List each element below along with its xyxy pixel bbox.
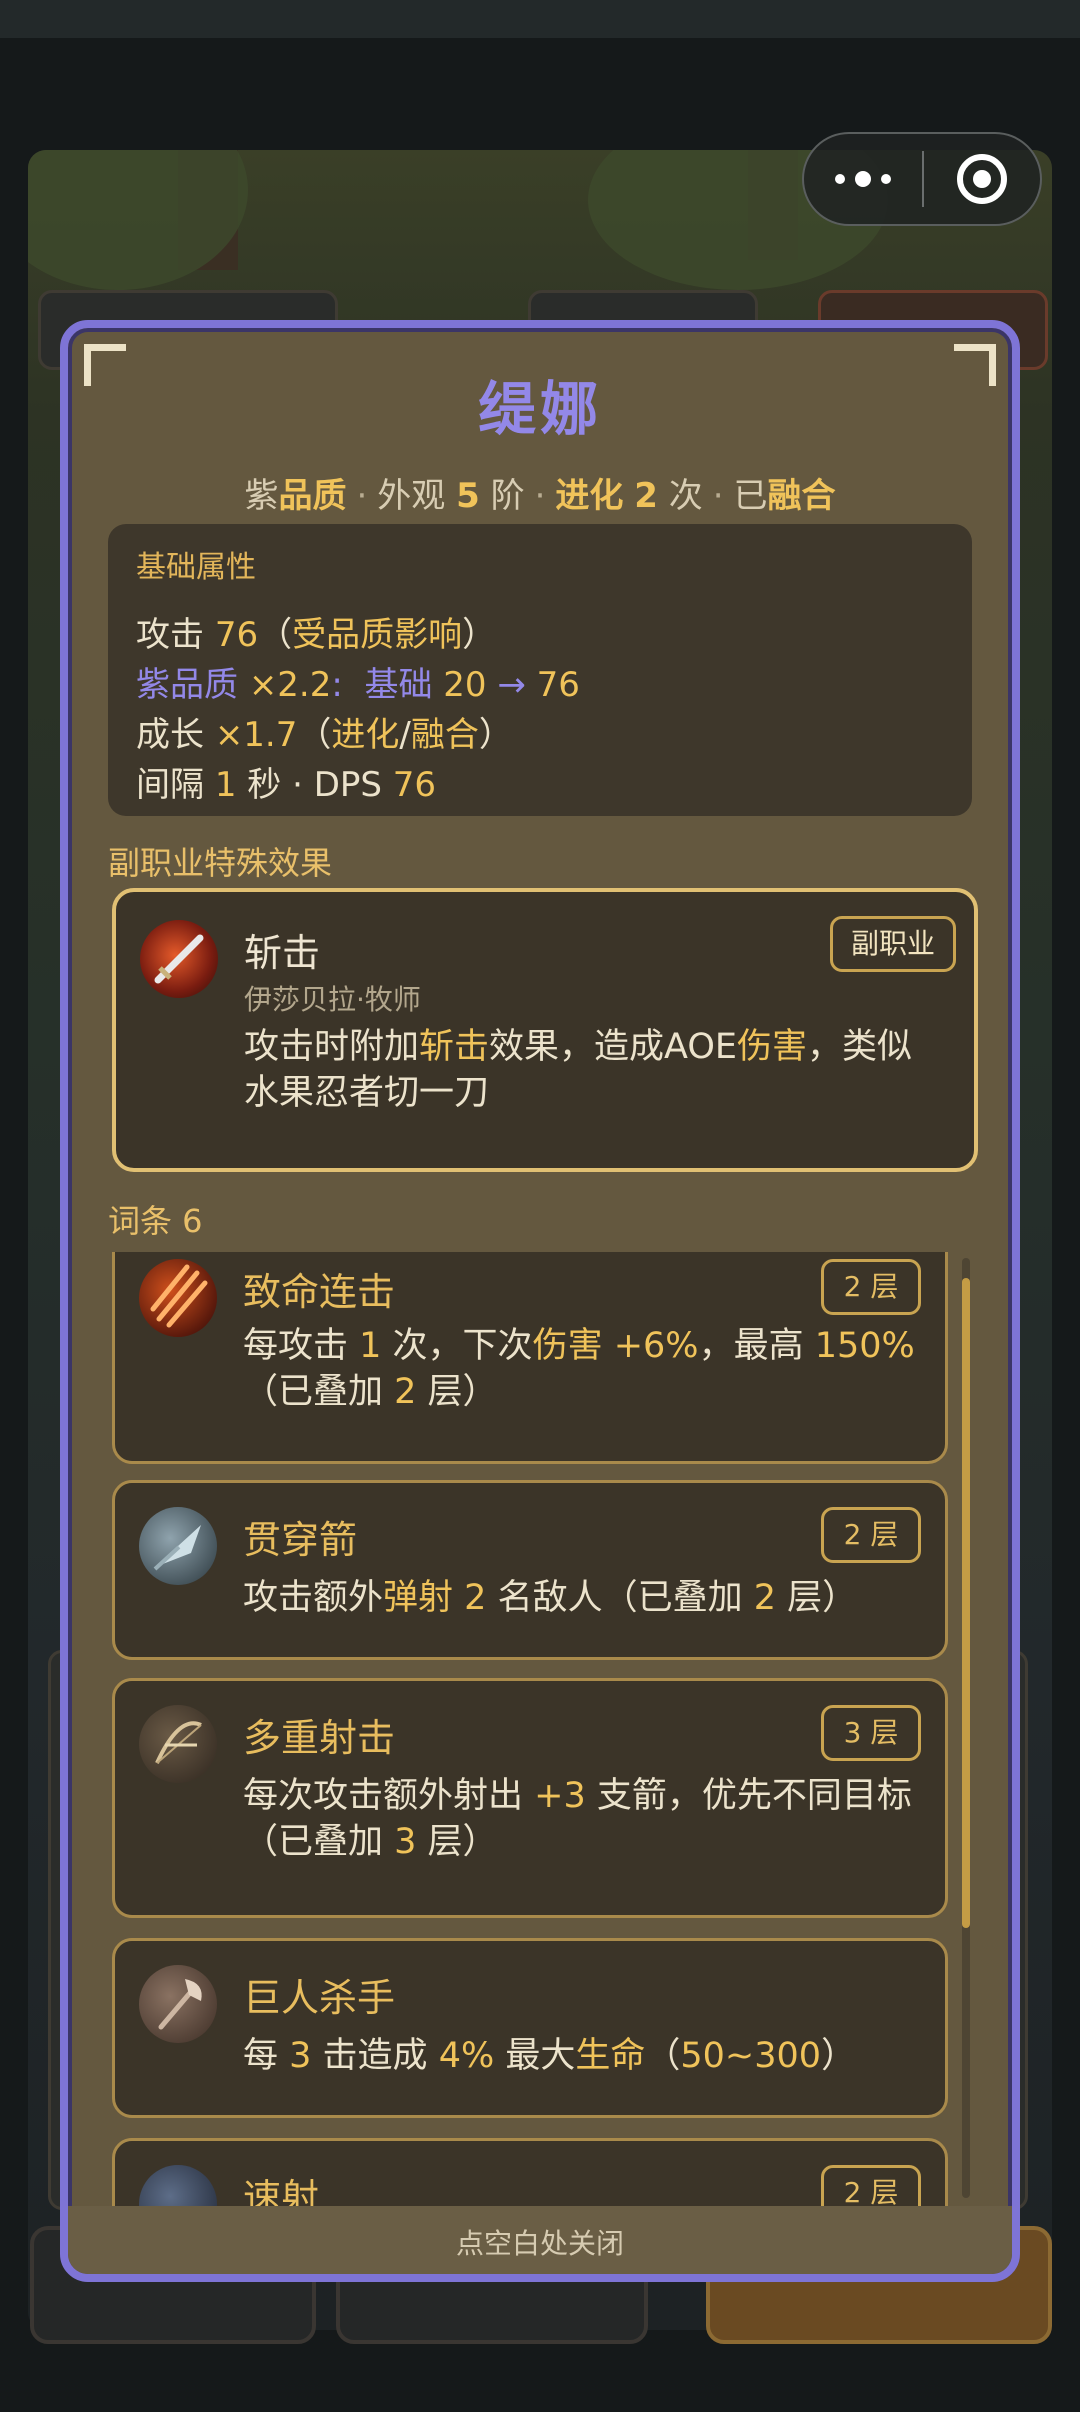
- hero-name: 缇娜: [477, 375, 602, 443]
- affix-description: 攻击额外弹射 2 名敌人（已叠加 2 层）: [243, 1578, 858, 1618]
- subclass-description: 攻击时附加斩击效果，造成AOE伤害，类似水果忍者切一刀: [244, 1027, 913, 1113]
- affix-name: 速射: [243, 2176, 320, 2206]
- close-hint: 点空白处关闭: [455, 2227, 624, 2260]
- interval-dps-line: 间隔 1 秒 · DPS 76: [136, 765, 437, 805]
- hero-summary: 紫品质 · 外观 5 阶 · 进化 2 次 · 已融合: [244, 476, 836, 516]
- affix-name: 多重射击: [243, 1716, 396, 1760]
- multishot-bow-icon: [139, 1705, 217, 1783]
- subclass-source: 伊莎贝拉·牧师: [244, 983, 421, 1016]
- rapid-fire-icon: [139, 2165, 217, 2206]
- subclass-section-title: 副职业特殊效果: [108, 844, 333, 882]
- claw-slash-icon: [139, 1259, 217, 1337]
- affix-card[interactable]: 速射 2 层: [112, 2138, 948, 2206]
- affix-list[interactable]: 致命连击 2 层 每攻击 1 次，下次伤害 +6%，最高 150% （已叠加 2…: [108, 1252, 1008, 2206]
- affix-scrollbar[interactable]: [962, 1258, 970, 2198]
- target-close-icon[interactable]: [924, 154, 1040, 204]
- affix-name: 致命连击: [243, 1270, 396, 1314]
- affix-stack-tag: 2 层: [821, 1507, 921, 1563]
- subclass-effect-card[interactable]: 斩击 伊莎贝拉·牧师 副职业 攻击时附加斩击效果，造成AOE伤害，类似水果忍者切…: [112, 888, 978, 1172]
- affix-description: 每 3 击造成 4% 最大生命（50~300）: [243, 2036, 857, 2076]
- hero-detail-modal: 缇娜 紫品质 · 外观 5 阶 · 进化 2 次 · 已融合 基础属性 攻击 76（受品质影…: [60, 320, 1020, 2282]
- base-stats-header: 基础属性: [136, 550, 256, 585]
- affix-description: 每次攻击额外射出 +3 支箭，优先不同目标 （已叠加 3 层）: [243, 1776, 912, 1862]
- affix-name: 贯穿箭: [243, 1518, 358, 1562]
- base-stats-panel: 基础属性 攻击 76（受品质影响） 紫品质 ×2.2: 基础 20 → 76 成…: [108, 524, 972, 816]
- subclass-skill-name: 斩击: [244, 931, 321, 975]
- affix-section-title: 词条 6: [108, 1202, 203, 1240]
- growth-line: 成长 ×1.7（进化/融合）: [136, 715, 513, 755]
- affix-card[interactable]: 致命连击 2 层 每攻击 1 次，下次伤害 +6%，最高 150% （已叠加 2…: [112, 1252, 948, 1464]
- more-dots-icon[interactable]: [804, 134, 922, 224]
- affix-stack-tag: 2 层: [821, 2165, 921, 2206]
- affix-name: 巨人杀手: [243, 1976, 396, 2020]
- status-bar: [0, 0, 1080, 38]
- slash-sword-icon: [140, 920, 218, 998]
- affix-description: 每攻击 1 次，下次伤害 +6%，最高 150% （已叠加 2 层）: [243, 1326, 915, 1412]
- giant-axe-icon: [139, 1965, 217, 2043]
- piercing-arrow-icon: [139, 1507, 217, 1585]
- attack-line: 攻击 76（受品质影响）: [136, 615, 497, 655]
- quality-multiplier-line: 紫品质 ×2.2: 基础 20 → 76: [136, 665, 580, 705]
- affix-stack-tag: 2 层: [821, 1259, 921, 1315]
- scrollbar-thumb[interactable]: [962, 1278, 970, 1928]
- affix-stack-tag: 3 层: [821, 1705, 921, 1761]
- affix-card[interactable]: 贯穿箭 2 层 攻击额外弹射 2 名敌人（已叠加 2 层）: [112, 1480, 948, 1660]
- subclass-tag: 副职业: [830, 916, 956, 972]
- mini-program-capsule: [802, 132, 1042, 226]
- affix-card[interactable]: 多重射击 3 层 每次攻击额外射出 +3 支箭，优先不同目标 （已叠加 3 层）: [112, 1678, 948, 1918]
- affix-card[interactable]: 巨人杀手 每 3 击造成 4% 最大生命（50~300）: [112, 1938, 948, 2118]
